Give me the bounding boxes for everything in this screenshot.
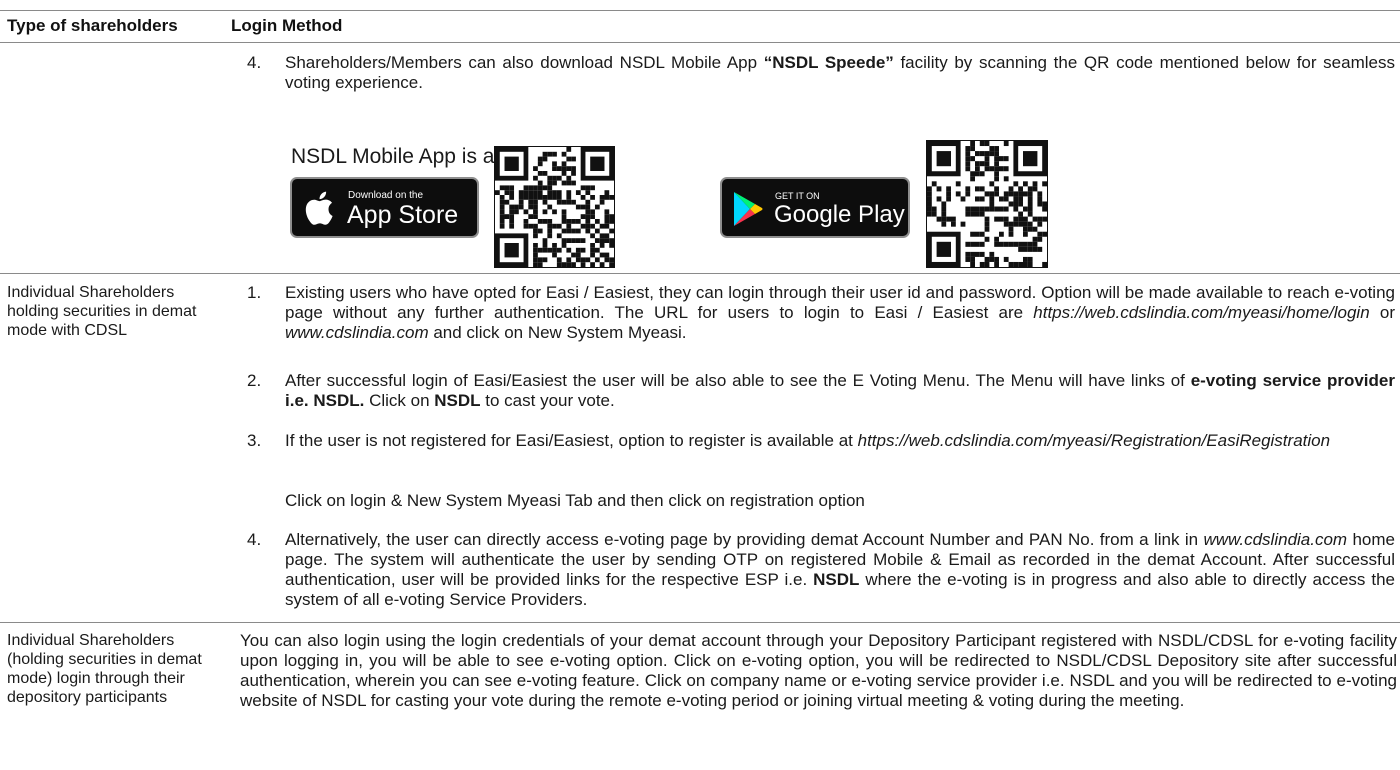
item-text: If the user is not registered for Easi/E… — [285, 431, 1331, 450]
section-divider-1 — [0, 273, 1400, 274]
header-login-method: Login Method — [231, 16, 343, 35]
dp-shareholder-type: Individual Shareholders (holding securit… — [7, 632, 202, 706]
item-number: 3. — [247, 431, 262, 450]
table-header: Type of shareholders Login Method — [0, 10, 1400, 40]
item-number: 4. — [247, 53, 262, 72]
item-text: Alternatively, the user can directly acc… — [285, 530, 1395, 609]
item-number: 4. — [247, 530, 262, 549]
document-page: Type of shareholders Login Method 4. Sha… — [0, 0, 1400, 770]
cdsl-registration-note: Click on login & New System Myeasi Tab a… — [285, 491, 865, 510]
app-store-small-text: Download on the — [348, 190, 424, 201]
app-store-big-text: App Store — [347, 201, 459, 229]
app-store-badge[interactable]: Download on the App Store — [290, 177, 479, 238]
section-divider-2 — [0, 622, 1400, 623]
dp-login-text: You can also login using the login crede… — [240, 631, 1397, 710]
header-type-of-shareholders: Type of shareholders — [7, 16, 178, 35]
header-divider — [0, 42, 1400, 43]
play-triangle-icon — [734, 192, 763, 226]
item-text: Shareholders/Members can also download N… — [285, 53, 1395, 92]
google-play-badge[interactable]: GET IT ON Google Play — [720, 177, 910, 238]
app-store-qr-code — [494, 146, 615, 268]
google-play-qr-code — [926, 140, 1048, 268]
apple-icon — [305, 191, 333, 225]
cdsl-shareholder-type: Individual Shareholders holding securiti… — [7, 284, 197, 339]
item-number: 1. — [247, 283, 262, 302]
item-text: Existing users who have opted for Easi /… — [285, 283, 1395, 342]
item-text: After successful login of Easi/Easiest t… — [285, 371, 1395, 410]
item-number: 2. — [247, 371, 262, 390]
google-play-big-text: Google Play — [774, 201, 905, 228]
